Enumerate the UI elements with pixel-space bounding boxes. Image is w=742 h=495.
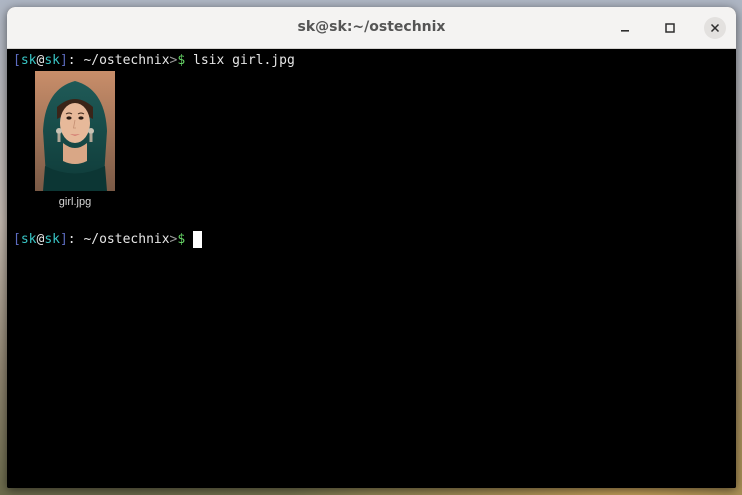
- minimize-button[interactable]: [614, 17, 636, 39]
- prompt-close-bracket: ]: [59, 53, 68, 68]
- maximize-button[interactable]: [659, 17, 681, 39]
- prompt-user: sk: [20, 53, 37, 68]
- close-button[interactable]: [704, 17, 726, 39]
- prompt-path: ~/ostechnix: [83, 53, 170, 68]
- command-text: lsix girl.jpg: [185, 53, 295, 68]
- terminal-area[interactable]: [sk@sk]: ~/ostechnix>$ lsix girl.jpg gir…: [7, 49, 736, 488]
- terminal-window[interactable]: sk@sk:~/ostechnix [sk@sk]: ~/ostechnix>$…: [7, 7, 736, 488]
- prompt-line[interactable]: [sk@sk]: ~/ostechnix>$: [13, 231, 203, 249]
- close-icon: [710, 23, 720, 33]
- prompt-path: ~/ostechnix: [83, 232, 170, 247]
- image-thumbnail: [35, 71, 115, 191]
- title-bar[interactable]: sk@sk:~/ostechnix: [7, 7, 736, 49]
- prompt-host: sk: [44, 232, 60, 247]
- maximize-icon: [665, 23, 675, 33]
- prompt-user: sk: [20, 232, 37, 247]
- thumbnail-filename: girl.jpg: [58, 196, 92, 208]
- command-line: [sk@sk]: ~/ostechnix>$ lsix girl.jpg: [13, 52, 295, 70]
- prompt-close-bracket: ]: [59, 232, 68, 247]
- text-cursor: [193, 231, 203, 248]
- prompt-colon: :: [67, 232, 84, 247]
- prompt-open-bracket: [: [13, 53, 21, 68]
- prompt-colon: :: [67, 53, 84, 68]
- prompt-host: sk: [44, 53, 60, 68]
- minimize-icon: [621, 30, 629, 32]
- prompt-open-bracket: [: [13, 232, 21, 247]
